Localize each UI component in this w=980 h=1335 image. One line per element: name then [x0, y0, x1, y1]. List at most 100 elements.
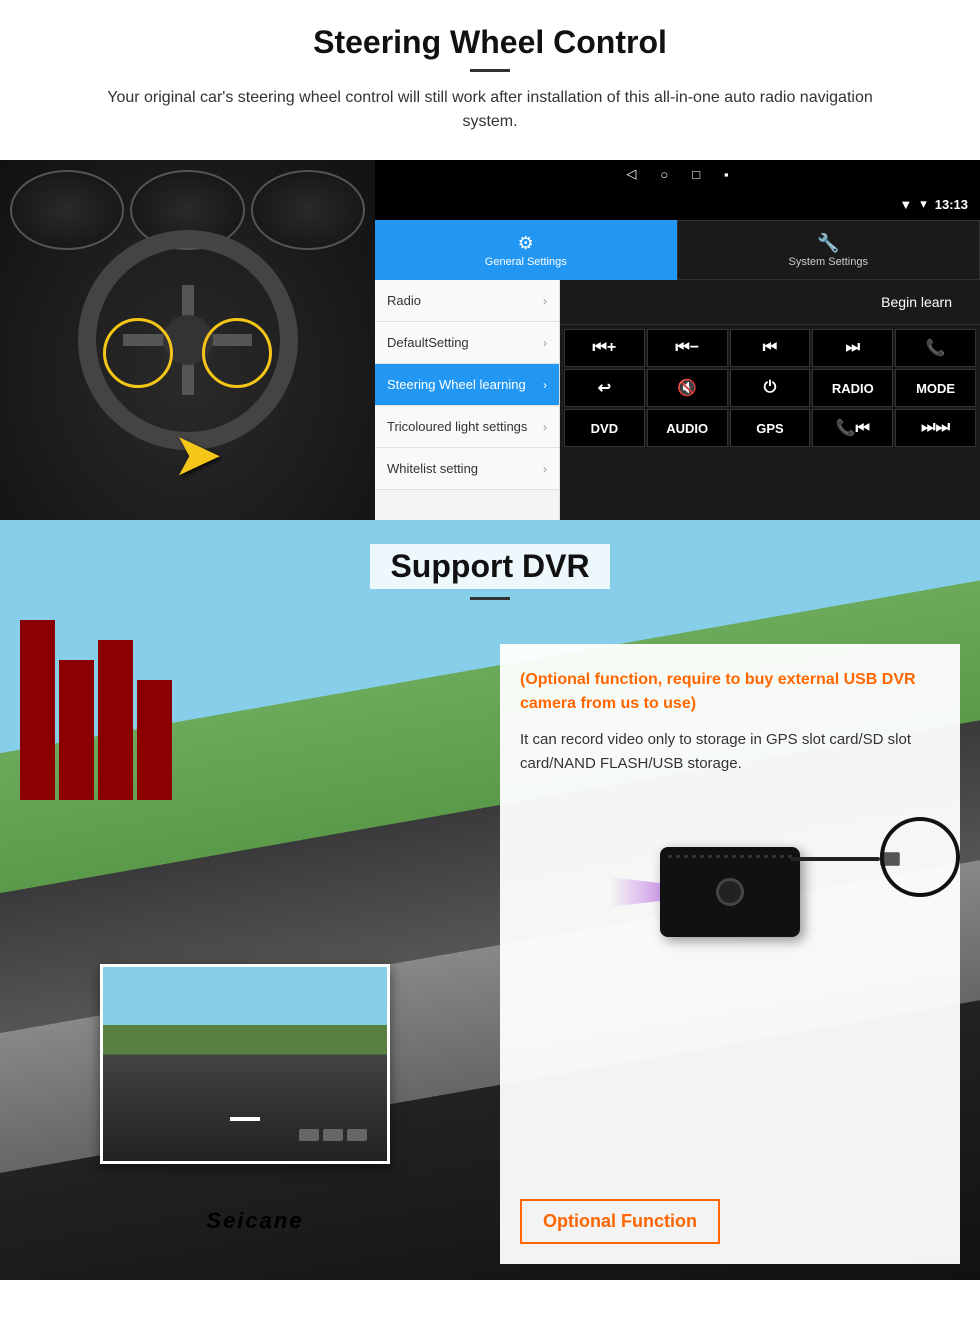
chevron-icon: › [543, 336, 547, 350]
steering-wheel [78, 230, 298, 450]
ctrl-vol-up[interactable]: ⏮+ [564, 329, 645, 367]
dvr-info-card: (Optional function, require to buy exter… [500, 644, 960, 1264]
dvr-section-header: Support DVR [0, 520, 980, 624]
settings-tabs: ⚙ General Settings 🔧 System Settings [375, 220, 980, 280]
camera-assembly [660, 847, 800, 937]
begin-learn-button[interactable]: Begin learn [865, 288, 968, 316]
chevron-icon: › [543, 378, 547, 392]
ctrl-prev[interactable]: ⏮ [730, 329, 811, 367]
menu-item-steering-label: Steering Wheel learning [387, 377, 526, 392]
nav-recents-icon[interactable]: □ [692, 167, 700, 182]
ctrl-power[interactable]: ⏻ [730, 369, 811, 407]
steering-container: ➤ ◁ ○ □ ▪ ▼ ▾ 13:13 ⚙ General Settings [0, 160, 980, 520]
controls-grid: ⏮+ ⏮− ⏮ ⏭ 📞 ↩ 🔇 ⏻ RADIO MODE DVD [560, 325, 980, 451]
dvr-section: Support DVR Seicane (Optional func [0, 520, 980, 1280]
nav-back-icon[interactable]: ◁ [626, 166, 636, 182]
dvr-content-area: Seicane (Optional function, require to b… [20, 644, 960, 1264]
steering-wheel-image: ➤ [0, 160, 375, 520]
thumb-cars [299, 1129, 367, 1141]
arrow-indicator: ➤ [172, 420, 222, 490]
thumb-car-2 [323, 1129, 343, 1141]
ctrl-call-prev[interactable]: 📞⏮ [812, 409, 893, 447]
ctrl-gps-label: GPS [756, 421, 783, 436]
chevron-icon: › [543, 462, 547, 476]
optional-badge-label: Optional Function [543, 1211, 697, 1231]
tab-general-settings[interactable]: ⚙ General Settings [375, 220, 677, 280]
ctrl-hangup[interactable]: ↩ [564, 369, 645, 407]
android-nav-bar: ◁ ○ □ ▪ [375, 160, 980, 188]
steering-description: Your original car's steering wheel contr… [80, 86, 900, 134]
ctrl-mode-label: MODE [916, 381, 955, 396]
controls-row-3: DVD AUDIO GPS 📞⏮ ⏭⏭ [564, 409, 976, 447]
signal-icon: ▼ [899, 197, 912, 212]
ctrl-audio-label: AUDIO [666, 421, 708, 436]
camera-device [660, 847, 800, 937]
camera-vent [668, 855, 792, 858]
cable-coil [880, 817, 960, 897]
menu-item-steering-wheel[interactable]: Steering Wheel learning › [375, 364, 559, 406]
menu-item-whitelist-label: Whitelist setting [387, 461, 478, 476]
controls-row-1: ⏮+ ⏮− ⏮ ⏭ 📞 [564, 329, 976, 367]
ctrl-radio-label: RADIO [832, 381, 874, 396]
steering-wheel-right-panel: Begin learn ⏮+ ⏮− ⏮ ⏭ 📞 ↩ 🔇 ⏻ [560, 280, 980, 520]
dvr-title: Support DVR [370, 544, 609, 589]
settings-icon: 🔧 [817, 233, 839, 254]
ctrl-next2[interactable]: ⏭⏭ [895, 409, 976, 447]
ctrl-mode[interactable]: MODE [895, 369, 976, 407]
chevron-icon: › [543, 420, 547, 434]
ctrl-call[interactable]: 📞 [895, 329, 976, 367]
ctrl-vol-down[interactable]: ⏮− [647, 329, 728, 367]
ctrl-dvd-label: DVD [591, 421, 618, 436]
menu-left-panel: Radio › DefaultSetting › Steering Wheel … [375, 280, 560, 520]
steering-title: Steering Wheel Control [40, 24, 940, 61]
wifi-icon: ▾ [920, 196, 927, 212]
thumb-road-line [230, 1117, 260, 1121]
highlight-circle-right [202, 318, 272, 388]
nav-menu-icon[interactable]: ▪ [724, 167, 729, 182]
dvr-camera-image [520, 792, 940, 992]
chevron-icon: › [543, 294, 547, 308]
menu-item-radio[interactable]: Radio › [375, 280, 559, 322]
tab-system-settings[interactable]: 🔧 System Settings [677, 220, 980, 280]
thumb-car-3 [347, 1129, 367, 1141]
status-time: 13:13 [935, 197, 968, 212]
usb-cable [790, 857, 880, 861]
dvr-description-text: It can record video only to storage in G… [520, 728, 940, 776]
tab-general-label: General Settings [485, 256, 567, 268]
ctrl-gps[interactable]: GPS [730, 409, 811, 447]
tab-system-label: System Settings [789, 256, 868, 268]
status-icons-right: ▼ ▾ 13:13 [899, 196, 968, 212]
menu-item-whitelist[interactable]: Whitelist setting › [375, 448, 559, 490]
dvr-optional-text: (Optional function, require to buy exter… [520, 668, 940, 716]
begin-learn-row: Begin learn [560, 280, 980, 325]
nav-home-icon[interactable]: ○ [660, 167, 668, 182]
ctrl-dvd[interactable]: DVD [564, 409, 645, 447]
menu-item-tricoloured[interactable]: Tricoloured light settings › [375, 406, 559, 448]
gear-icon: ⚙ [518, 233, 534, 254]
ctrl-mute[interactable]: 🔇 [647, 369, 728, 407]
controls-row-2: ↩ 🔇 ⏻ RADIO MODE [564, 369, 976, 407]
gauge-left [10, 170, 124, 250]
steering-section-header: Steering Wheel Control Your original car… [0, 0, 980, 144]
ctrl-radio[interactable]: RADIO [812, 369, 893, 407]
camera-lens [716, 878, 744, 906]
android-ui-panel: ◁ ○ □ ▪ ▼ ▾ 13:13 ⚙ General Settings 🔧 S… [375, 160, 980, 520]
highlight-circle-left [103, 318, 173, 388]
thumb-car-1 [299, 1129, 319, 1141]
dvr-thumbnail [100, 964, 390, 1164]
dvr-title-divider [470, 597, 510, 600]
ctrl-audio[interactable]: AUDIO [647, 409, 728, 447]
menu-item-defaultsetting-label: DefaultSetting [387, 335, 469, 350]
menu-item-radio-label: Radio [387, 293, 421, 308]
gauge-right [251, 170, 365, 250]
settings-menu: Radio › DefaultSetting › Steering Wheel … [375, 280, 980, 520]
title-divider [470, 69, 510, 72]
menu-item-tricoloured-label: Tricoloured light settings [387, 419, 527, 434]
ctrl-next[interactable]: ⏭ [812, 329, 893, 367]
dvr-left-panel: Seicane [20, 644, 490, 1264]
optional-function-badge: Optional Function [520, 1199, 720, 1244]
light-beam [610, 877, 660, 907]
android-status-bar: ▼ ▾ 13:13 [375, 188, 980, 220]
seicane-brand: Seicane [206, 1208, 303, 1234]
menu-item-defaultsetting[interactable]: DefaultSetting › [375, 322, 559, 364]
